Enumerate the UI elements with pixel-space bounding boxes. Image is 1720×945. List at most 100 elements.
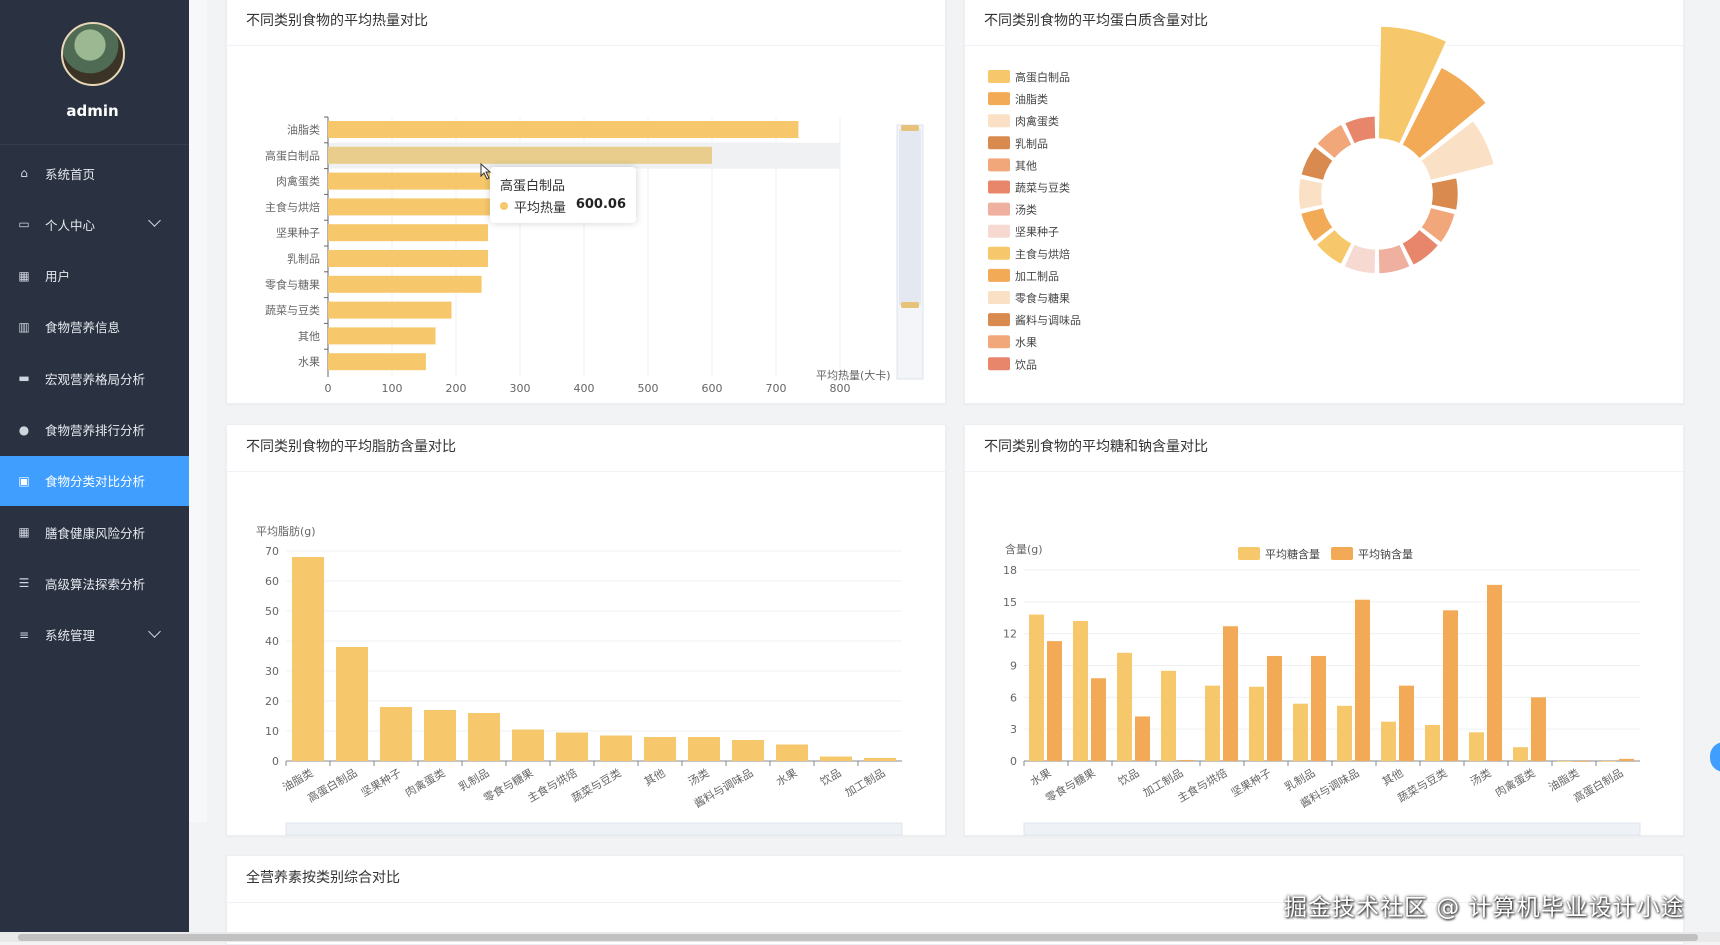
sidebar-item[interactable]: ▬ 宏观营养格局分析 xyxy=(0,353,189,403)
legend-swatch xyxy=(988,92,1010,106)
tooltip-value: 600.06 xyxy=(575,197,626,212)
bar xyxy=(1575,761,1590,762)
sidebar-item-label: 宏观营养格局分析 xyxy=(45,371,146,387)
datazoom-handle xyxy=(901,125,919,131)
library-icon: ▥ xyxy=(18,319,30,334)
bar xyxy=(328,327,436,345)
y-axis-title: 平均脂肪(g) xyxy=(256,524,316,538)
bar xyxy=(1487,584,1502,761)
bar xyxy=(1381,721,1396,761)
sidebar-item[interactable]: ● 食物营养排行分析 xyxy=(0,405,189,455)
bar xyxy=(328,224,488,242)
bar xyxy=(644,737,676,761)
x-tick-label: 主食与烘焙 xyxy=(1175,765,1230,805)
pie-slice xyxy=(1430,176,1460,212)
y-tick-label: 零食与糖果 xyxy=(265,277,320,291)
chevron-down-icon xyxy=(148,624,161,638)
sidebar-item[interactable]: ⌂ 系统首页 xyxy=(0,148,189,198)
legend-label: 水果 xyxy=(1015,336,1037,349)
bar xyxy=(1267,655,1282,761)
chevron-down-icon xyxy=(148,214,161,228)
avatar[interactable] xyxy=(61,22,125,86)
bar xyxy=(1531,697,1546,761)
sidebar-item-label: 用户 xyxy=(45,269,71,285)
legend-swatch xyxy=(988,136,1010,150)
datazoom-handle xyxy=(901,302,919,308)
y-tick-label: 20 xyxy=(265,695,279,708)
grid-icon: ▦ xyxy=(18,268,30,283)
y-tick-label: 蔬菜与豆类 xyxy=(265,303,320,317)
bar xyxy=(1311,655,1326,761)
legend-swatch xyxy=(988,224,1010,238)
sidebar-item[interactable]: ▦ 用户 xyxy=(0,251,189,301)
sidebar-item[interactable]: ▭ 个人中心 xyxy=(0,199,189,249)
x-tick-label: 坚果种子 xyxy=(358,765,403,799)
list-icon: ☰ xyxy=(18,576,30,591)
legend-swatch xyxy=(988,70,1010,83)
y-tick-label: 3 xyxy=(1010,723,1017,736)
chart-tooltip: 高蛋白制品 平均热量 600.06 xyxy=(490,167,636,223)
floating-action-button[interactable] xyxy=(1710,742,1720,772)
datazoom-slider xyxy=(285,822,903,836)
card-title: 全营养素按类别综合对比 xyxy=(246,870,400,886)
y-tick-label: 50 xyxy=(265,605,279,618)
horizontal-scrollbar-thumb[interactable] xyxy=(18,934,1698,941)
legend-swatch xyxy=(988,246,1010,260)
x-tick-label: 300 xyxy=(510,382,531,395)
legend-swatch xyxy=(988,357,1010,371)
bar xyxy=(556,732,588,761)
tooltip-title: 高蛋白制品 xyxy=(500,179,566,194)
clipboard-icon: ▣ xyxy=(18,473,30,488)
datazoom-window xyxy=(899,129,921,305)
bar xyxy=(328,301,452,319)
legend-label: 平均糖含量 xyxy=(1265,547,1320,561)
bar xyxy=(292,557,324,761)
legend-label: 零食与糖果 xyxy=(1015,291,1070,305)
legend-label: 肉禽蛋类 xyxy=(1015,114,1059,128)
bar xyxy=(1355,599,1370,761)
x-tick-label: 汤类 xyxy=(1467,765,1493,788)
bar xyxy=(732,740,764,761)
x-tick-label: 肉禽蛋类 xyxy=(1492,765,1537,799)
sidebar-item[interactable]: ▣ 食物分类对比分析 xyxy=(0,455,189,506)
y-tick-label: 12 xyxy=(1003,628,1017,641)
bar xyxy=(1029,614,1044,761)
bar xyxy=(1223,626,1238,761)
legend-label: 主食与烘焙 xyxy=(1015,247,1070,261)
legend-swatch xyxy=(988,335,1010,349)
bar xyxy=(424,710,456,761)
y-tick-label: 60 xyxy=(265,575,279,588)
y-tick-label: 30 xyxy=(265,665,279,678)
sidebar: admin ⌂ 系统首页 ▭ 个人中心 ▦ 用户 ▥ 食物营养信息 ▬ 宏观营养格局分析 ● 食物营养… xyxy=(0,0,189,934)
x-tick-label: 肉禽蛋类 xyxy=(402,765,447,799)
bar xyxy=(820,756,852,761)
bar xyxy=(600,735,632,761)
sidebar-item[interactable]: ≡ 系统管理 xyxy=(0,610,189,660)
bar xyxy=(688,737,720,761)
x-tick-label: 零食与糖果 xyxy=(1043,765,1098,805)
x-tick-label: 水果 xyxy=(774,766,800,788)
fat-chart[interactable]: 010203040506070平均脂肪(g)油脂类高蛋白制品 坚果种子 肉禽蛋类 乳制… xyxy=(227,425,947,837)
bar xyxy=(468,713,500,761)
sidebar-item-label: 系统首页 xyxy=(45,166,96,182)
cursor-icon xyxy=(480,162,492,180)
sidebar-item[interactable]: ▦ 膳食健康风险分析 xyxy=(0,507,189,557)
protein-chart[interactable]: 高蛋白制品油脂类肉禽蛋类乳制品其他蔬菜与豆类汤类坚果种子主食与烘焙加工制品零食与… xyxy=(965,0,1685,405)
y-tick-label: 18 xyxy=(1003,564,1017,577)
x-tick-label: 400 xyxy=(574,382,595,395)
x-tick-label: 汤类 xyxy=(685,765,711,788)
legend-label: 平均钠含量 xyxy=(1358,547,1413,561)
y-tick-label: 40 xyxy=(265,635,279,648)
bar xyxy=(1161,670,1176,761)
bar xyxy=(1073,620,1088,761)
x-axis-title: 平均热量(大卡) xyxy=(816,368,891,382)
sidebar-item[interactable]: ▥ 食物营养信息 xyxy=(0,302,189,352)
legend-label: 加工制品 xyxy=(1015,270,1059,283)
sidebar-item[interactable]: ☰ 高级算法探索分析 xyxy=(0,558,189,608)
bar xyxy=(1091,678,1106,761)
sugar-sodium-chart[interactable]: 0369121518含量(g) 平均糖含量 平均钠含量水果零食与糖果 饮品 加工制品主食… xyxy=(965,425,1685,837)
sidebar-item-label: 食物营养排行分析 xyxy=(45,423,146,438)
y-axis-title: 含量(g) xyxy=(1005,542,1043,556)
monitor-icon: ▬ xyxy=(18,371,30,386)
bar xyxy=(1337,705,1352,761)
